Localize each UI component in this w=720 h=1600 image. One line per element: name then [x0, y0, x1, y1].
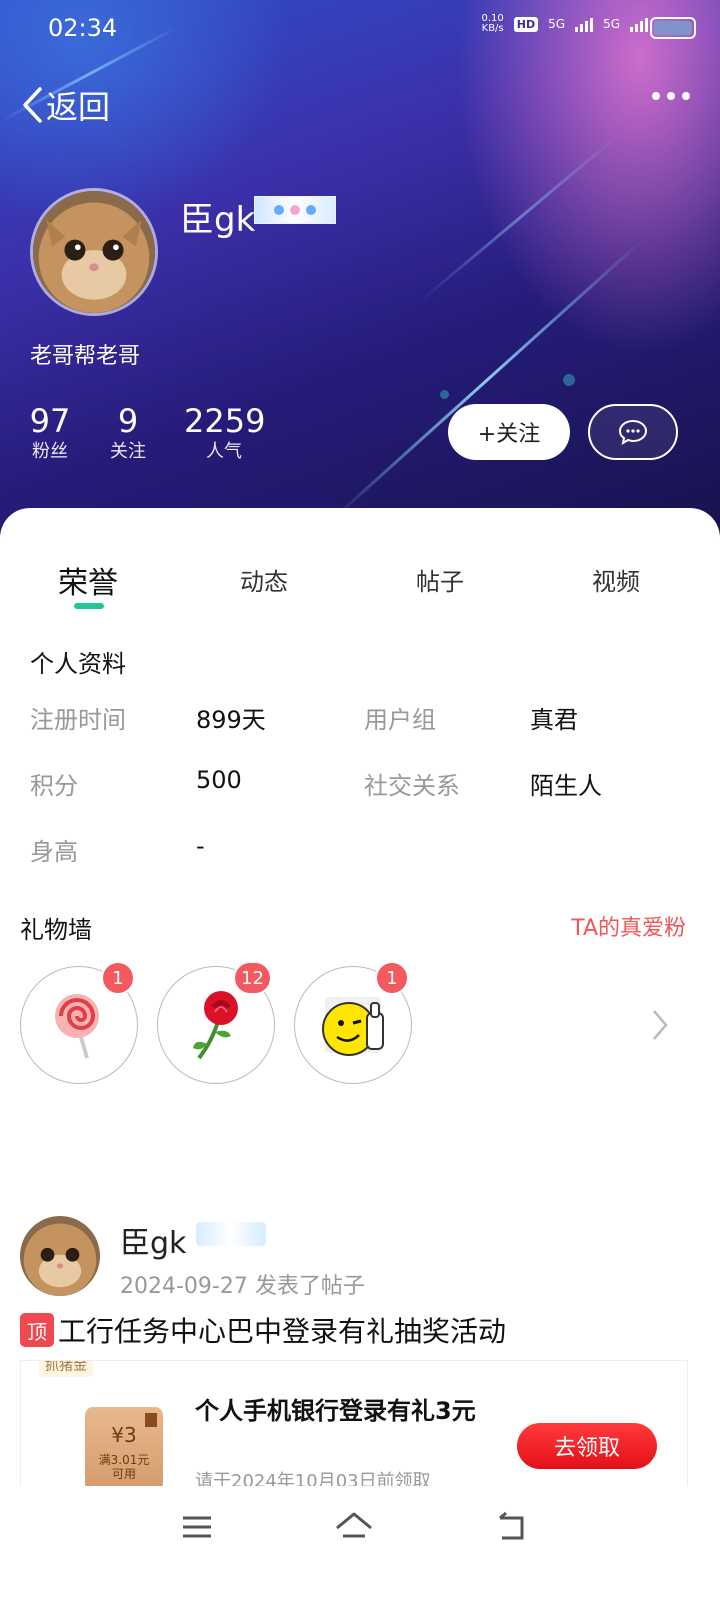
back-button[interactable]: 返回 — [20, 82, 110, 128]
active-tab-indicator — [74, 603, 104, 609]
chevron-right-icon[interactable] — [650, 1008, 670, 1042]
signal-strength-icon — [575, 16, 594, 32]
battery-icon — [650, 17, 696, 39]
status-icons: 0.10 KB/s HD 5G 5G — [482, 14, 648, 34]
info-label: 社交关系 — [364, 772, 460, 800]
info-value: 陌生人 — [530, 772, 602, 800]
info-value: 899天 — [196, 706, 266, 734]
network-speed: 0.10 KB/s — [481, 13, 504, 34]
status-bar: 02:34 0.10 KB/s HD 5G 5G — [0, 0, 720, 56]
tab-activity[interactable]: 动态 — [204, 562, 324, 597]
bookmark-icon — [145, 1413, 157, 1427]
gift-item[interactable]: 1 — [20, 961, 138, 1084]
post-meta: 2024-09-27 发表了帖子 — [120, 1274, 365, 1299]
level-badge-icon — [196, 1222, 266, 1246]
follow-button[interactable]: +关注 — [448, 404, 570, 460]
gift-item[interactable]: 12 — [157, 961, 275, 1084]
signal-strength-icon — [630, 16, 648, 32]
gift-count-badge: 1 — [375, 961, 409, 995]
coupon-icon: ¥3 满3.01元 可用 — [85, 1407, 163, 1489]
level-badge-icon — [254, 196, 336, 224]
lollipop-icon — [55, 994, 99, 1059]
top-fans-link[interactable]: TA的真爱粉 — [571, 910, 686, 942]
more-options-icon[interactable] — [652, 92, 690, 100]
avatar[interactable] — [30, 188, 158, 316]
pinned-tag: 顶 — [20, 1313, 54, 1347]
post-username[interactable]: 臣gk — [120, 1218, 186, 1262]
thumbs-up-smiley-icon — [322, 997, 384, 1056]
tab-honor[interactable]: 荣誉 — [28, 558, 148, 602]
info-label: 用户组 — [364, 706, 436, 734]
info-label: 身高 — [30, 838, 78, 866]
status-time: 02:34 — [48, 14, 118, 42]
stat-following[interactable]: 9 关注 — [104, 402, 152, 464]
tab-videos[interactable]: 视频 — [556, 562, 676, 597]
decorative-dot — [440, 390, 449, 399]
gift-wall-title: 礼物墙 — [20, 916, 92, 944]
back-label: 返回 — [46, 88, 111, 126]
promo-strip-label: 抓猪金 — [39, 1361, 93, 1377]
menu-icon[interactable] — [180, 1510, 214, 1544]
gift-item[interactable]: 1 — [294, 961, 412, 1084]
info-value: 500 — [196, 766, 242, 794]
promo-title: 个人手机银行登录有礼3元 — [195, 1397, 476, 1425]
sim2-network-label: 5G — [603, 17, 620, 31]
post-title-row[interactable]: 顶 工行任务中心巴中登录有礼抽奖活动 — [20, 1310, 506, 1350]
post-title[interactable]: 工行任务中心巴中登录有礼抽奖活动 — [58, 1310, 506, 1350]
decorative-light-streak — [328, 239, 644, 523]
back-nav-icon[interactable] — [494, 1510, 528, 1544]
info-value: - — [196, 832, 205, 860]
cat-avatar-image — [33, 191, 155, 313]
gift-count-badge: 1 — [101, 961, 135, 995]
info-label: 积分 — [30, 772, 78, 800]
post-avatar[interactable] — [20, 1216, 100, 1296]
claim-button[interactable]: 去领取 — [517, 1423, 657, 1469]
promo-card[interactable]: 抓猪金 ¥3 满3.01元 可用 个人手机银行登录有礼3元 请于2024年10月… — [20, 1360, 688, 1490]
message-button[interactable] — [588, 404, 678, 460]
profile-content-card: 荣誉 动态 帖子 视频 个人资料 注册时间 899天 用户组 真君 积分 500… — [0, 508, 720, 1600]
info-label: 注册时间 — [30, 706, 126, 734]
stat-fans[interactable]: 97 粉丝 — [26, 402, 74, 464]
system-navigation-bar — [0, 1486, 720, 1600]
cat-avatar-image — [20, 1216, 100, 1296]
hd-voice-icon: HD — [513, 16, 539, 32]
stat-popularity: 2259 人气 — [184, 402, 266, 462]
chat-bubble-icon — [618, 419, 648, 445]
chevron-left-icon — [23, 87, 42, 123]
info-value: 真君 — [530, 706, 578, 734]
home-icon[interactable] — [334, 1510, 374, 1546]
profile-section-title: 个人资料 — [30, 650, 126, 678]
decorative-light-streak — [419, 133, 621, 303]
sim1-network-label: 5G — [548, 17, 566, 31]
user-motto: 老哥帮老哥 — [30, 344, 141, 369]
tab-bar: 荣誉 动态 帖子 视频 — [0, 548, 720, 618]
gift-count-badge: 12 — [233, 961, 272, 995]
username: 臣gk — [180, 200, 256, 240]
decorative-dot — [563, 374, 575, 386]
rose-icon — [193, 991, 238, 1060]
tab-posts[interactable]: 帖子 — [380, 562, 500, 597]
